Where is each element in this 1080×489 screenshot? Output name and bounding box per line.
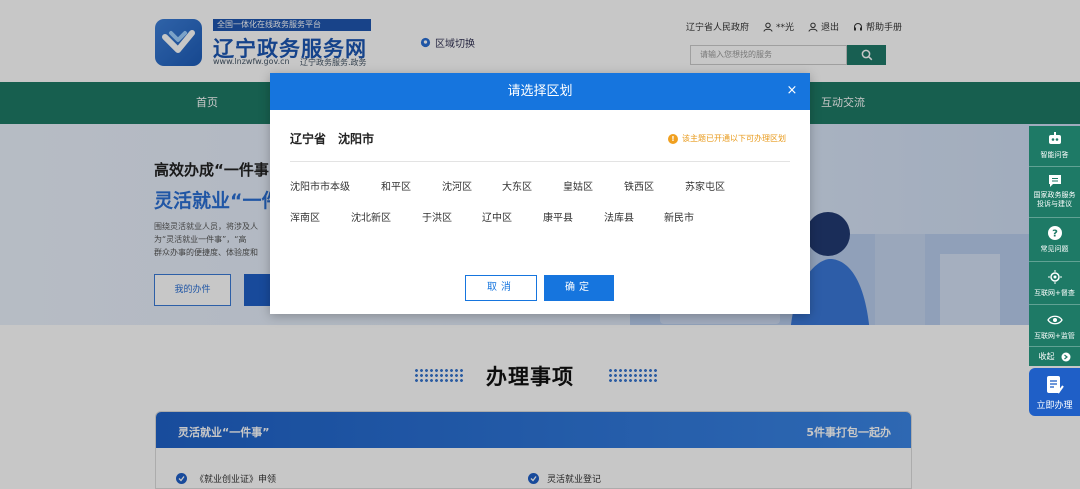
district-option[interactable]: 沈北新区: [351, 209, 391, 224]
question-icon: ?: [1047, 226, 1062, 240]
cancel-button[interactable]: 取消: [465, 275, 537, 301]
right-float-panel: 智能问答 国家政务服务投诉与建议 ? 常见问题 互联网+督查 互联网+监管 收起: [1029, 126, 1080, 366]
district-option[interactable]: 苏家屯区: [685, 178, 725, 193]
warning-icon: !: [668, 133, 678, 144]
district-option[interactable]: 铁西区: [624, 178, 654, 193]
rail-item-smart-qa[interactable]: 智能问答: [1029, 126, 1080, 167]
crumb-city[interactable]: 沈阳市: [338, 132, 374, 146]
modal-title: 请选择区划: [507, 84, 573, 99]
district-option[interactable]: 康平县: [543, 209, 573, 224]
district-option[interactable]: 新民市: [664, 209, 694, 224]
svg-text:?: ?: [1052, 229, 1058, 240]
online-handle-button[interactable]: 立即办理: [1029, 368, 1080, 416]
modal-divider: [290, 161, 790, 162]
district-option[interactable]: 法库县: [604, 209, 634, 224]
selected-region-path: 辽宁省 沈阳市: [290, 130, 374, 147]
eye-lens-icon: [1047, 270, 1062, 284]
district-option[interactable]: 辽中区: [482, 209, 512, 224]
district-option[interactable]: 于洪区: [422, 209, 452, 224]
rail-item-supervision[interactable]: 互联网+督查: [1029, 263, 1080, 305]
robot-icon: [1048, 132, 1061, 144]
modal-header: 请选择区划 ×: [270, 73, 810, 110]
arrow-right-icon: [1061, 352, 1070, 361]
rail-item-faq[interactable]: ? 常见问题: [1029, 219, 1080, 262]
region-select-modal: 请选择区划 × 辽宁省 沈阳市 ! 该主题已开通以下可办理区划 沈阳市市本级 和平…: [270, 73, 810, 314]
page: 全国一体化在线政务服务平台 辽宁政务服务网 www.lnzwfw.gov.cn …: [0, 0, 1080, 489]
district-option[interactable]: 沈河区: [442, 178, 472, 193]
message-icon: [1048, 175, 1061, 187]
district-option[interactable]: 皇姑区: [563, 178, 593, 193]
district-option[interactable]: 大东区: [502, 178, 532, 193]
confirm-button[interactable]: 确定: [544, 275, 614, 301]
form-edit-icon: [1046, 376, 1064, 394]
rail-item-complaint[interactable]: 国家政务服务投诉与建议: [1029, 168, 1080, 218]
rail-item-regulation[interactable]: 互联网+监管: [1029, 306, 1080, 347]
district-option[interactable]: 沈阳市市本级: [290, 178, 350, 193]
crumb-province[interactable]: 辽宁省: [290, 132, 326, 146]
rail-collapse-button[interactable]: 收起: [1029, 347, 1080, 366]
district-option[interactable]: 浑南区: [290, 209, 320, 224]
close-icon[interactable]: ×: [784, 83, 800, 99]
district-option[interactable]: 和平区: [381, 178, 411, 193]
region-notice: ! 该主题已开通以下可办理区划: [668, 133, 786, 144]
eye-icon: [1046, 315, 1063, 325]
